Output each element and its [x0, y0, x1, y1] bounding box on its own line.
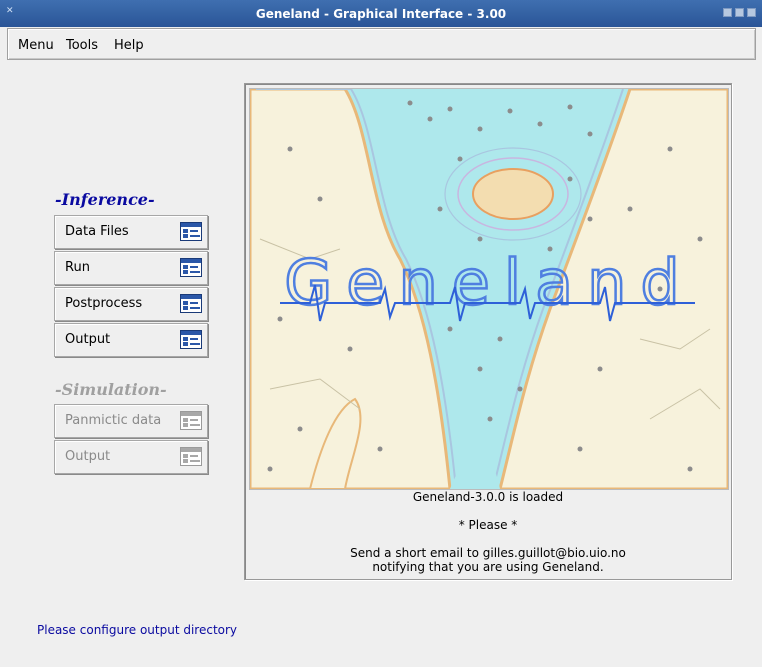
- menu-item-menu[interactable]: Menu: [18, 38, 54, 53]
- simulation-heading: -Simulation-: [55, 380, 167, 399]
- run-button[interactable]: Run: [54, 251, 208, 285]
- window-form-icon: [180, 411, 202, 430]
- notify-message: notifying that you are using Geneland.: [372, 560, 604, 574]
- menu-item-help[interactable]: Help: [114, 38, 144, 53]
- window-controls[interactable]: [723, 8, 756, 17]
- inference-heading: -Inference-: [55, 190, 155, 209]
- window-form-icon: [180, 330, 202, 349]
- panmictic-data-button[interactable]: Panmictic data: [54, 404, 208, 438]
- window-form-icon: [180, 222, 202, 241]
- simulation-output-button[interactable]: Output: [54, 440, 208, 474]
- status-message: Please configure output directory: [37, 623, 238, 637]
- inference-output-label: Output: [65, 332, 111, 347]
- logo-text: Geneland: [284, 246, 694, 319]
- run-label: Run: [65, 260, 90, 275]
- data-files-button[interactable]: Data Files: [54, 215, 208, 249]
- close-window-icon[interactable]: [747, 8, 756, 17]
- title-bar[interactable]: ✕ Geneland - Graphical Interface - 3.00: [0, 0, 762, 27]
- window-title: Geneland - Graphical Interface - 3.00: [255, 7, 507, 21]
- inference-output-button[interactable]: Output: [54, 323, 208, 357]
- window-form-icon: [180, 447, 202, 466]
- map-graphic: Geneland: [250, 89, 728, 489]
- panmictic-data-label: Panmictic data: [65, 413, 162, 428]
- menu-item-tools[interactable]: Tools: [66, 38, 98, 53]
- menu-bar: Menu Tools Help: [7, 28, 756, 60]
- window-form-icon: [180, 258, 202, 277]
- loaded-message: Geneland-3.0.0 is loaded: [412, 490, 564, 504]
- geneland-logo-image: Geneland: [249, 88, 729, 490]
- window-form-icon: [180, 294, 202, 313]
- postprocess-button[interactable]: Postprocess: [54, 287, 208, 321]
- please-message: * Please *: [458, 518, 518, 532]
- info-panel: Geneland Geneland-3.0.0 is loaded * Plea…: [244, 83, 732, 580]
- email-message: Send a short email to gilles.guillot@bio…: [350, 546, 626, 560]
- minimize-icon[interactable]: [723, 8, 732, 17]
- maximize-icon[interactable]: [735, 8, 744, 17]
- data-files-label: Data Files: [65, 224, 129, 239]
- postprocess-label: Postprocess: [65, 296, 143, 311]
- simulation-output-label: Output: [65, 449, 111, 464]
